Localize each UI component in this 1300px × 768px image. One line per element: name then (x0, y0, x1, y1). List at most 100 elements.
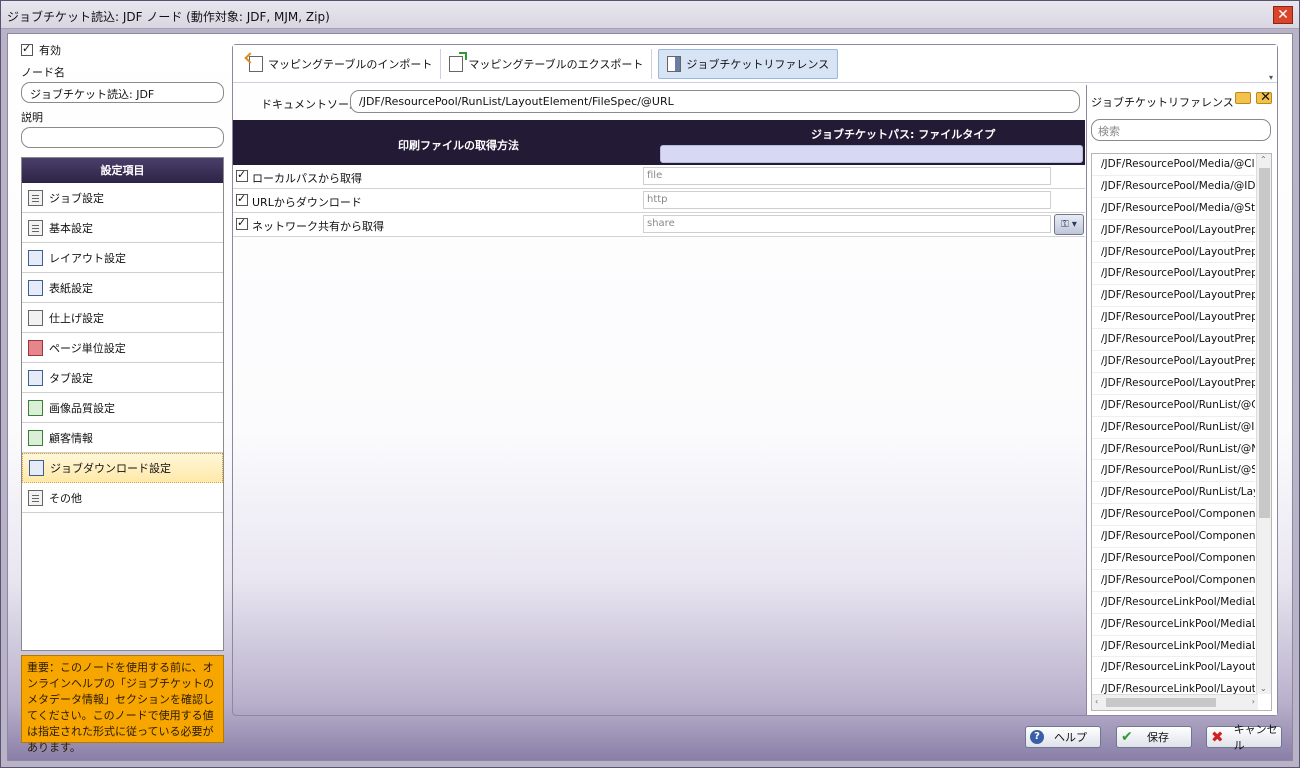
reference-list-item[interactable]: /JDF/ResourcePool/LayoutPreparation (1092, 329, 1255, 352)
settings-item-label: 顧客情報 (49, 431, 93, 445)
vertical-scrollbar[interactable]: ⌃ ⌄ (1256, 154, 1271, 694)
reference-list-item[interactable]: /JDF/ResourcePool/Component/@ (1092, 504, 1255, 527)
layout-icon (28, 249, 43, 266)
chevron-down-icon[interactable]: ▾ (1269, 73, 1273, 82)
reference-list-item[interactable]: /JDF/ResourcePool/RunList/Layout (1092, 482, 1255, 505)
close-icon[interactable]: ✕ (1260, 90, 1271, 105)
reference-list-item[interactable]: /JDF/ResourcePool/Component/@ (1092, 548, 1255, 570)
settings-item-pages[interactable]: ページ単位設定 (22, 333, 223, 363)
column-header-method: 印刷ファイルの取得方法 (398, 139, 519, 152)
scroll-up-icon[interactable]: ⌃ (1260, 155, 1267, 164)
job-ticket-reference-button[interactable]: ジョブチケットリファレンス (658, 48, 839, 79)
scroll-right-icon[interactable]: › (1252, 697, 1255, 706)
save-button[interactable]: ✔ 保存 (1116, 726, 1192, 748)
customer-icon (28, 429, 43, 446)
import-mapping-button[interactable]: マッピングテーブルのインポート (241, 48, 442, 79)
finish-icon (28, 309, 43, 326)
settings-item-job-download[interactable]: ジョブダウンロード設定 (22, 453, 223, 483)
scroll-left-icon[interactable]: ‹ (1095, 697, 1098, 706)
dialog-content: 有効 ノード名 ジョブチケット読込: JDF 説明 設定項目 ジョブ設定 基本設… (7, 33, 1293, 761)
reference-list-item[interactable]: /JDF/ResourcePool/RunList/@ID (1092, 417, 1255, 439)
reference-list-item[interactable]: /JDF/ResourceLinkPool/MediaLink (1092, 614, 1255, 636)
reference-list-item[interactable]: /JDF/ResourceLinkPool/LayoutPre (1092, 657, 1255, 680)
node-name-input[interactable]: ジョブチケット読込: JDF (21, 82, 224, 103)
reference-list-item[interactable]: /JDF/ResourceLinkPool/MediaLink (1092, 592, 1255, 614)
row-label: URLからダウンロード (252, 196, 362, 209)
row-value-input[interactable]: file (643, 167, 1051, 185)
row-checkbox[interactable] (236, 216, 248, 230)
settings-item-finishing[interactable]: 仕上げ設定 (22, 303, 223, 333)
settings-item-job[interactable]: ジョブ設定 (22, 183, 223, 213)
enabled-row: 有効 (21, 42, 227, 58)
settings-item-label: ジョブダウンロード設定 (50, 462, 171, 475)
row-checkbox[interactable] (236, 168, 248, 182)
settings-item-cover[interactable]: 表紙設定 (22, 273, 223, 303)
horizontal-scroll-thumb[interactable] (1106, 698, 1216, 707)
reference-list-item[interactable]: /JDF/ResourceLinkPool/MediaLink (1092, 636, 1255, 658)
reference-panel: ジョブチケットリファレンス ✕ 検索 /JDF/ResourcePool/Med… (1086, 85, 1277, 715)
reference-list-item[interactable]: /JDF/ResourcePool/Component/@ (1092, 570, 1255, 592)
reference-list-item[interactable]: /JDF/ResourcePool/LayoutPreparation (1092, 220, 1255, 242)
important-notice: 重要：このノードを使用する前に、オンラインヘルプの「ジョブチケットのメタデータ情… (21, 655, 224, 754)
reference-list-item[interactable]: /JDF/ResourcePool/RunList/@NPage (1092, 439, 1255, 461)
settings-item-image-quality[interactable]: 画像品質設定 (22, 393, 223, 423)
reference-list-item[interactable]: /JDF/ResourcePool/Media/@Status (1092, 198, 1255, 220)
settings-header: 設定項目 (22, 158, 223, 183)
cancel-button[interactable]: ✖ キャンセル (1206, 723, 1282, 752)
folder-open-icon[interactable] (1235, 92, 1251, 104)
row-value-input[interactable]: http (643, 191, 1051, 209)
export-label: マッピングテーブルのエクスポート (468, 57, 644, 71)
image-icon (28, 399, 43, 416)
reference-list-item[interactable]: /JDF/ResourcePool/LayoutPreparation (1092, 285, 1255, 308)
settings-item-customer[interactable]: 顧客情報 (22, 423, 223, 453)
document-source-input[interactable]: /JDF/ResourcePool/RunList/LayoutElement/… (350, 90, 1080, 113)
settings-item-layout[interactable]: レイアウト設定 (22, 243, 223, 273)
row-checkbox[interactable] (236, 192, 248, 206)
help-icon: ? (1030, 730, 1044, 744)
reference-list-item[interactable]: /JDF/ResourcePool/LayoutPreparation (1092, 263, 1255, 286)
document-icon (28, 189, 43, 206)
row-label: ネットワーク共有から取得 (252, 220, 384, 233)
main-panel: マッピングテーブルのインポート マッピングテーブルのエクスポート ジョブチケット… (232, 44, 1278, 716)
settings-item-tab[interactable]: タブ設定 (22, 363, 223, 393)
settings-item-other[interactable]: その他 (22, 483, 223, 513)
settings-item-basic[interactable]: 基本設定 (22, 213, 223, 243)
left-panel: 有効 ノード名 ジョブチケット読込: JDF 説明 設定項目 ジョブ設定 基本設… (21, 42, 227, 754)
enabled-label: 有効 (39, 44, 61, 57)
horizontal-scrollbar[interactable]: ‹ › (1092, 694, 1258, 710)
tab-icon (28, 369, 43, 386)
panel-icon (667, 55, 682, 72)
description-input[interactable] (21, 127, 224, 148)
other-icon (28, 489, 43, 506)
import-icon (249, 55, 263, 72)
reference-list-item[interactable]: /JDF/ResourcePool/LayoutPreparation (1092, 242, 1255, 264)
help-button[interactable]: ? ヘルプ (1025, 726, 1101, 748)
row-value-input[interactable]: share (643, 215, 1051, 233)
export-icon (449, 55, 464, 72)
reference-search-input[interactable]: 検索 (1091, 119, 1271, 141)
reference-list-item[interactable]: /JDF/ResourcePool/RunList/@Status (1092, 460, 1255, 483)
path-filter-field[interactable] (660, 145, 1083, 163)
settings-item-label: 仕上げ設定 (49, 311, 104, 325)
reference-list-item[interactable]: /JDF/ResourcePool/Component/@ (1092, 526, 1255, 549)
save-label: 保存 (1147, 731, 1169, 744)
pages-icon (28, 339, 43, 356)
download-icon (29, 460, 44, 476)
enabled-checkbox[interactable] (21, 42, 33, 56)
reference-list-item[interactable]: /JDF/ResourcePool/LayoutPreparation (1092, 307, 1255, 330)
reference-list-item[interactable]: /JDF/ResourcePool/Media/@Class (1092, 154, 1255, 176)
reference-list: /JDF/ResourcePool/Media/@Class/JDF/Resou… (1091, 153, 1272, 711)
network-share-dropdown-button[interactable]: ⚿ ▾ (1054, 214, 1084, 235)
settings-item-label: 基本設定 (49, 221, 93, 235)
vertical-scroll-thumb[interactable] (1259, 168, 1270, 518)
settings-item-label: ジョブ設定 (49, 191, 104, 205)
scroll-down-icon[interactable]: ⌄ (1260, 684, 1267, 693)
export-mapping-button[interactable]: マッピングテーブルのエクスポート (441, 48, 653, 79)
reference-list-item[interactable]: /JDF/ResourcePool/RunList/@Class (1092, 395, 1255, 417)
reference-list-item[interactable]: /JDF/ResourcePool/LayoutPreparation (1092, 373, 1255, 395)
import-label: マッピングテーブルのインポート (268, 57, 433, 71)
close-button[interactable]: ✕ (1273, 6, 1293, 24)
reference-list-item[interactable]: /JDF/ResourcePool/Media/@ID (1092, 176, 1255, 198)
dialog-window: ジョブチケット読込: JDF ノード (動作対象: JDF, MJM, Zip)… (0, 0, 1300, 768)
reference-list-item[interactable]: /JDF/ResourcePool/LayoutPreparation (1092, 351, 1255, 373)
